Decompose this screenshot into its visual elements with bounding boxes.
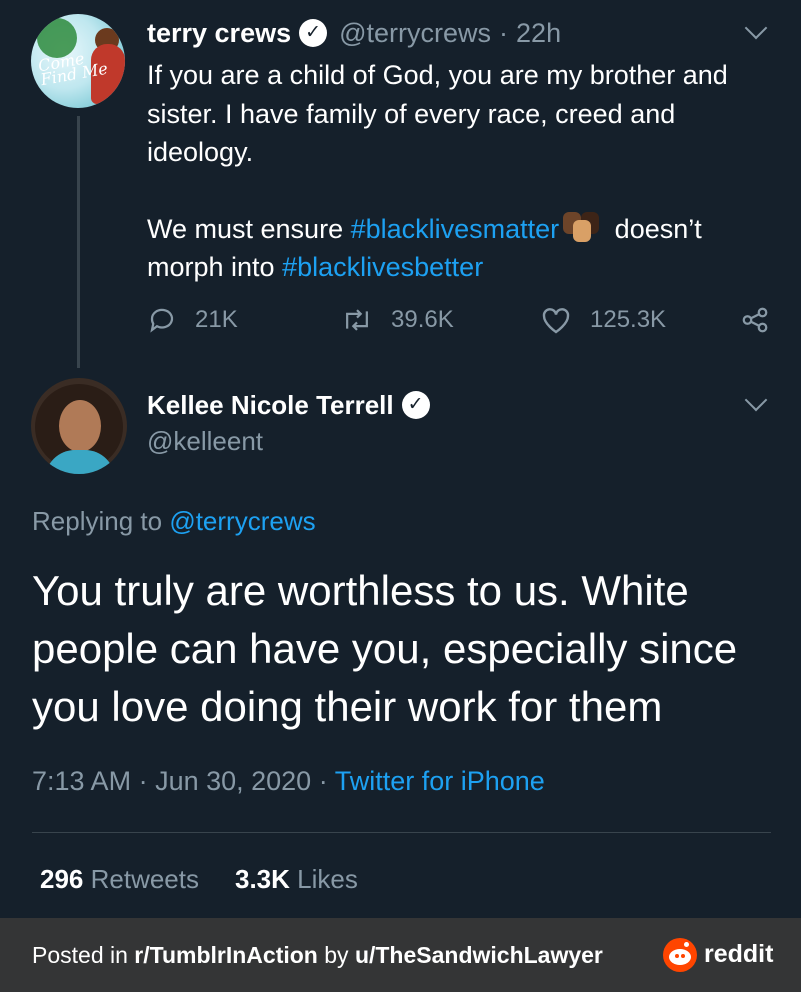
hashtag-blacklivesmatter[interactable]: #blacklivesmatter [351,214,560,244]
posted-in-label: Posted in [32,942,135,968]
retweets-stat[interactable]: 296 Retweets [40,864,199,894]
tweet1-time[interactable]: 22h [516,18,561,49]
likes-stat-label: Likes [289,864,358,894]
reply-count: 21K [195,306,238,333]
tweet1-paragraph-1: If you are a child of God, you are my br… [147,60,728,167]
tweet2-source[interactable]: Twitter for iPhone [335,766,545,796]
raised-fists-emoji-icon [561,211,600,242]
verified-badge-icon: ✓ [401,391,430,419]
tweet2-display-name[interactable]: Kellee Nicole Terrell [147,390,394,421]
retweets-stat-label: Retweets [83,864,199,894]
tweet1-text: If you are a child of God, you are my br… [147,56,777,287]
tweet2-meta: 7:13 AM · Jun 30, 2020 · Twitter for iPh… [32,766,545,797]
tweet2-handle[interactable]: @kelleent [147,426,263,457]
tweet1-header: terry crews ✓ @terrycrews · 22h [147,16,561,50]
terry-crews-avatar[interactable]: Come Find Me [31,14,125,108]
tweet1-handle[interactable]: @terrycrews [339,18,491,49]
avatar-face-shape [59,400,101,452]
reddit-user-link[interactable]: u/TheSandwichLawyer [355,942,603,968]
hashtag-blacklivesbetter[interactable]: #blacklivesbetter [282,252,483,282]
retweets-stat-count: 296 [40,864,84,894]
kellee-terrell-avatar[interactable] [31,378,127,474]
share-icon [742,307,768,333]
likes-stat-count: 3.3K [235,864,290,894]
tweet2-engagement-counts: 296 Retweets 3.3K Likes [40,864,358,895]
retweet-count: 39.6K [391,306,454,333]
meta-separator-2: · [311,766,335,796]
retweet-icon [346,309,368,331]
divider [32,832,771,833]
tweet2-name-row: Kellee Nicole Terrell ✓ [147,388,442,422]
reddit-logo-icon [663,938,697,972]
tweet1-display-name[interactable]: terry crews [147,18,291,49]
retweet-button[interactable]: 39.6K [341,302,454,338]
subreddit-link[interactable]: r/TumblrInAction [134,942,318,968]
verified-badge-icon: ✓ [299,19,328,47]
replying-to-line: Replying to @terrycrews [32,506,316,537]
tweet2-text: You truly are worthless to us. White peo… [32,567,738,730]
tweet1-separator: · [499,17,509,48]
meta-separator-1: · [131,766,156,796]
tweet1-action-bar: 21K 39.6K 125.3K [147,302,777,338]
share-button[interactable] [739,302,789,338]
by-label: by [317,942,355,968]
like-button[interactable]: 125.3K [540,302,666,338]
tweet2-time[interactable]: 7:13 AM [32,766,131,796]
like-count: 125.3K [590,306,667,333]
heart-icon [542,308,570,334]
reddit-footer-bar: Posted in r/TumblrInAction by u/TheSandw… [0,918,801,992]
replying-prefix: Replying to [32,506,170,536]
replying-to-handle[interactable]: @terrycrews [169,506,315,536]
reply-icon [150,308,174,333]
tweet1-text-part-a: We must ensure [147,213,351,244]
reddit-wordmark: reddit [704,940,774,968]
tweet2-date[interactable]: Jun 30, 2020 [155,766,311,796]
reply-button[interactable]: 21K [147,302,238,338]
tweet1-chevron-down-icon[interactable] [744,16,768,40]
tweet1-paragraph-2: We must ensure #blacklivesmatter doesn’t… [147,210,777,287]
thread-connector-line [77,116,80,368]
likes-stat[interactable]: 3.3K Likes [235,864,358,894]
reddit-post-attribution: Posted in r/TumblrInAction by u/TheSandw… [32,942,603,969]
tweet2-chevron-down-icon[interactable] [744,388,768,412]
